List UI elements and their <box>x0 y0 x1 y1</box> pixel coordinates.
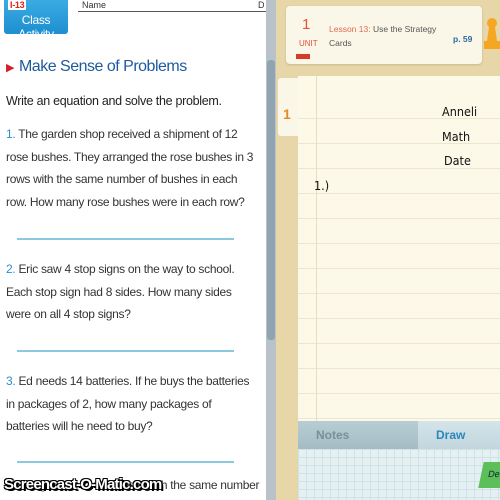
lesson-card[interactable]: 1 UNIT Lesson 13: Use the Strategy Cards… <box>286 6 482 64</box>
date-label: D <box>258 0 265 10</box>
problem-number: 1. <box>6 127 16 141</box>
problem-text: The garden shop received a shipment of 1… <box>6 127 254 209</box>
page-tab-number: 1 <box>283 106 291 122</box>
section-heading: ▶ Make Sense of Problems <box>6 58 187 76</box>
handwritten-subject: Math <box>442 129 471 144</box>
worksheet-panel: I-13 Class Activity Name D ▶ Make Sense of… <box>0 0 266 500</box>
class-activity-badge: I-13 Class Activity <box>4 0 68 41</box>
lesson-code: I-13 <box>8 0 27 10</box>
unit-bar <box>296 54 310 59</box>
handwritten-date: Date <box>444 153 471 168</box>
heading-text: Make Sense of Problems <box>18 58 187 75</box>
tab-notes[interactable]: Notes <box>298 421 418 449</box>
problem-number: 2. <box>6 262 16 276</box>
mode-tabs: Notes Draw <box>298 421 500 449</box>
lesson-label: Lesson 13: <box>329 24 371 34</box>
name-label: Name <box>82 0 107 10</box>
page-link[interactable]: p. 59 <box>453 34 472 44</box>
notebook-panel: 1 UNIT Lesson 13: Use the Strategy Cards… <box>276 0 500 500</box>
name-line <box>78 11 266 12</box>
answer-line <box>17 461 234 463</box>
handwritten-problem-number: 1.) <box>314 178 330 193</box>
page-tab[interactable]: 1 <box>278 78 298 136</box>
tab-draw[interactable]: Draw <box>418 421 500 449</box>
handwritten-name: Anneli <box>442 104 478 119</box>
unit-label: UNIT <box>299 39 318 48</box>
problem-text: Eric saw 4 stop signs on the way to scho… <box>6 262 235 321</box>
pawn-icon[interactable] <box>484 16 500 50</box>
lesson-title: Lesson 13: Use the Strategy Cards <box>329 22 439 50</box>
problem-3: 3. Ed needs 14 batteries. If he buys the… <box>6 370 256 438</box>
problem-1: 1. The garden shop received a shipment o… <box>6 123 256 213</box>
instructions: Write an equation and solve the problem. <box>6 94 222 108</box>
problem-text: Ed needs 14 batteries. If he buys the ba… <box>6 374 250 433</box>
scrollbar[interactable] <box>266 0 276 500</box>
answer-line <box>17 238 234 240</box>
problem-2: 2. Eric saw 4 stop signs on the way to s… <box>6 258 256 326</box>
draw-canvas[interactable] <box>298 449 500 500</box>
problem-number: 3. <box>6 374 16 388</box>
badge-label: Class Activity <box>18 13 54 41</box>
unit-number: 1 <box>302 16 311 33</box>
notebook-page[interactable]: Anneli Math Date 1.) <box>298 76 500 421</box>
scrollbar-thumb[interactable] <box>267 60 275 340</box>
answer-line <box>17 350 234 352</box>
triangle-icon: ▶ <box>6 62 14 74</box>
margin-line <box>316 76 317 421</box>
watermark: Screencast-O-Matic.com <box>4 476 162 493</box>
